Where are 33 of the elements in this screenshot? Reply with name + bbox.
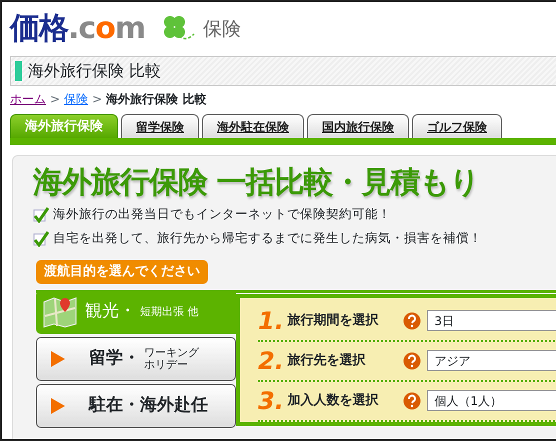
- step-label: 旅行先を選択: [288, 352, 367, 370]
- headline: 海外旅行保険 一括比較・見積もり: [33, 164, 480, 202]
- purpose-title: 観光・: [85, 300, 136, 323]
- step-label: 加入人数を選択: [288, 392, 380, 410]
- page-title: 海外旅行保険 比較: [28, 60, 162, 82]
- breadcrumb-current: 海外旅行保険 比較: [106, 91, 206, 108]
- breadcrumb-separator: >: [92, 91, 102, 108]
- select-field[interactable]: 3日: [427, 310, 556, 331]
- breadcrumb-link[interactable]: ホーム: [10, 90, 46, 108]
- select-field[interactable]: アジア: [427, 350, 556, 371]
- feature-text: 海外旅行の出発当日でもインターネットで保険契約可能！: [53, 204, 391, 223]
- select-field[interactable]: 個人（1人）: [427, 390, 556, 411]
- section-label: 保険: [203, 16, 242, 42]
- breadcrumb-separator: >: [50, 91, 60, 108]
- purpose-title: 駐在・海外赴任: [89, 394, 208, 417]
- map-icon: [43, 296, 77, 328]
- step-number: 3.: [258, 386, 285, 414]
- purpose-title: 留学・: [89, 346, 140, 370]
- step-number: 2.: [258, 346, 285, 374]
- step-label: 旅行期間を選択: [288, 312, 380, 330]
- site-logo[interactable]: 価格.com: [10, 12, 146, 46]
- breadcrumb-link[interactable]: 保険: [64, 90, 88, 108]
- purpose-prompt: 渡航目的を選んでください: [36, 260, 208, 284]
- tab[interactable]: ゴルフ保険: [412, 114, 502, 138]
- tab[interactable]: 海外駐在保険: [202, 114, 304, 138]
- purpose-subtitle: ワーキングホリデー: [144, 346, 200, 370]
- step-number: 1.: [258, 306, 285, 334]
- purpose-subtitle: 短期出張 他: [140, 306, 198, 318]
- title-marker: [15, 61, 22, 81]
- tab[interactable]: 留学保険: [121, 114, 199, 138]
- purpose-button[interactable]: 駐在・海外赴任: [36, 384, 236, 428]
- feature-text: 自宅を出発して、旅行先から帰宅するまでに発生した病気・損害を補償！: [53, 228, 482, 247]
- tab[interactable]: 国内旅行保険: [307, 114, 409, 138]
